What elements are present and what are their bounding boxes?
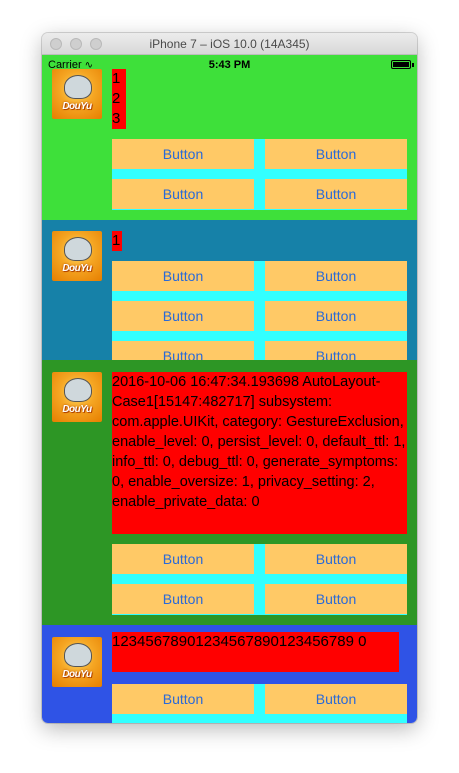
avatar: DouYu (52, 372, 102, 422)
cell-button[interactable]: Button (112, 684, 254, 714)
status-bar: Carrier ∿ 5:43 PM (42, 55, 417, 75)
button-area: Button Button Button Button Button Butto… (112, 261, 407, 360)
battery-tip (412, 63, 414, 67)
cell-button[interactable]: Button (265, 301, 407, 331)
status-time: 5:43 PM (208, 59, 251, 71)
cell-button[interactable]: Button (265, 341, 407, 360)
shark-mascot-icon (64, 378, 92, 402)
cell-button[interactable]: Button (112, 179, 254, 209)
simulator-window: iPhone 7 – iOS 10.0 (14A345) Carrier ∿ 5:… (42, 33, 417, 723)
button-area: Button Button (112, 684, 407, 723)
avatar-logo-text: DouYu (62, 404, 92, 415)
table-row[interactable]: DouYu 1 Button Button Button Button Butt… (42, 220, 417, 360)
shark-mascot-icon (64, 643, 92, 667)
cell-label: 2016-10-06 16:47:34.193698 AutoLayout-Ca… (112, 372, 407, 534)
cell-button[interactable]: Button (265, 544, 407, 574)
avatar-logo-text: DouYu (62, 669, 92, 680)
table-row[interactable]: DouYu 1 2 3 Button Button Button Button (42, 55, 417, 220)
cell-button[interactable]: Button (265, 584, 407, 614)
table-row[interactable]: DouYu 12345678901234567890123456789 0 Bu… (42, 625, 417, 723)
avatar: DouYu (52, 69, 102, 119)
cell-button[interactable]: Button (265, 139, 407, 169)
cell-button[interactable]: Button (112, 139, 254, 169)
cell-label: 1 (112, 231, 122, 251)
battery-level-fill (393, 62, 409, 67)
cell-button[interactable]: Button (265, 179, 407, 209)
cell-button[interactable]: Button (265, 261, 407, 291)
window-titlebar: iPhone 7 – iOS 10.0 (14A345) (42, 33, 417, 55)
shark-mascot-icon (64, 75, 92, 99)
cell-label: 1 2 3 (112, 69, 126, 129)
shark-mascot-icon (64, 237, 92, 261)
cell-button[interactable]: Button (112, 261, 254, 291)
avatar: DouYu (52, 637, 102, 687)
cell-button[interactable]: Button (265, 684, 407, 714)
battery-icon (391, 60, 411, 69)
avatar-logo-text: DouYu (62, 263, 92, 274)
button-area: Button Button Button Button (112, 139, 407, 210)
cell-button[interactable]: Button (112, 584, 254, 614)
avatar-logo-text: DouYu (62, 101, 92, 112)
window-title: iPhone 7 – iOS 10.0 (14A345) (149, 37, 310, 51)
cell-button[interactable]: Button (112, 544, 254, 574)
button-area: Button Button Button Button (112, 544, 407, 615)
avatar: DouYu (52, 231, 102, 281)
cell-label: 12345678901234567890123456789 0 (112, 632, 399, 672)
table-row[interactable]: DouYu 2016-10-06 16:47:34.193698 AutoLay… (42, 360, 417, 625)
cell-button[interactable]: Button (112, 301, 254, 331)
cell-button[interactable]: Button (112, 341, 254, 360)
device-screen: Carrier ∿ 5:43 PM DouYu 1 2 3 Button Butt… (42, 55, 417, 723)
